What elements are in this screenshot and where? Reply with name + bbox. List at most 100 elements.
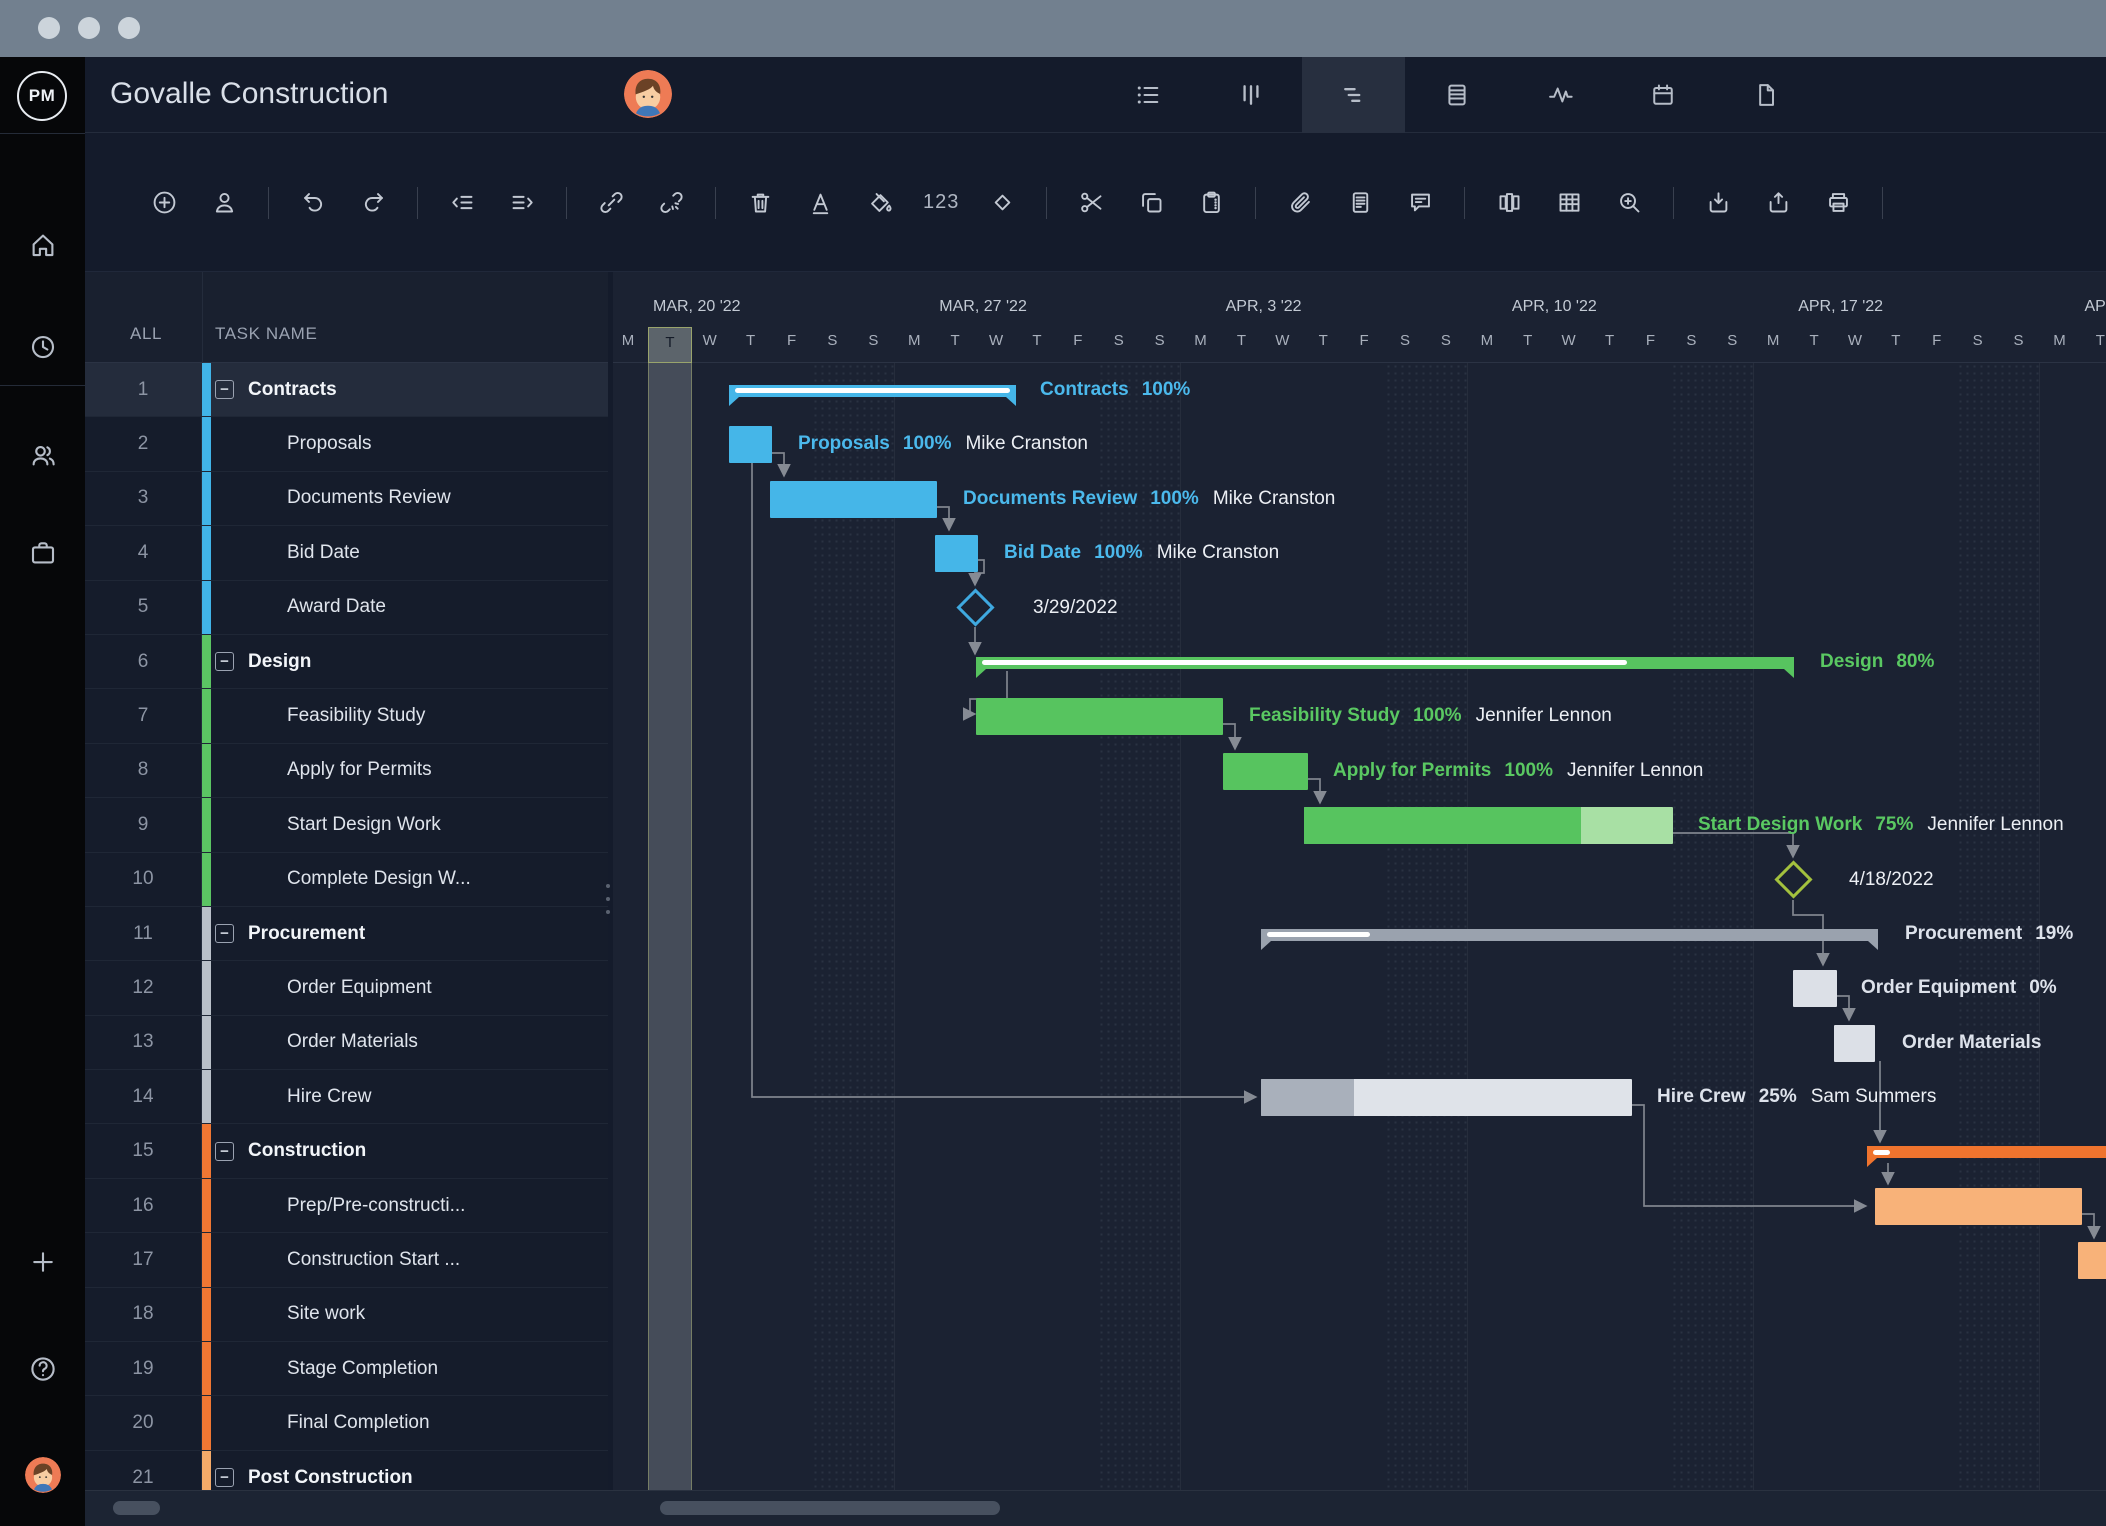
activity-view-tab[interactable]: [1508, 57, 1611, 133]
column-header-task-name[interactable]: TASK NAME: [215, 324, 317, 344]
calendar-view-tab[interactable]: [1611, 57, 1714, 133]
columns-icon[interactable]: [1492, 186, 1526, 220]
link-icon[interactable]: [594, 186, 628, 220]
task-row[interactable]: 11− Procurement: [85, 906, 608, 962]
task-row[interactable]: 20 Final Completion: [85, 1396, 608, 1451]
docs-view-tab[interactable]: [1714, 57, 1817, 133]
gantt-task-bar[interactable]: [1261, 1078, 1632, 1116]
task-color-stripe: [202, 798, 211, 852]
sidebar-users-icon[interactable]: [27, 440, 59, 472]
gantt-task-bar[interactable]: [729, 426, 772, 464]
gantt-summary-bar[interactable]: [729, 384, 1016, 406]
collapse-icon[interactable]: −: [215, 1468, 234, 1487]
task-row-number: 6: [85, 634, 202, 689]
gantt-summary-bar[interactable]: [1867, 1146, 2106, 1168]
gantt-task-bar[interactable]: [770, 480, 937, 518]
window-minimize-icon[interactable]: [78, 17, 100, 39]
outdent-icon[interactable]: [445, 186, 479, 220]
task-row[interactable]: 13 Order Materials: [85, 1015, 608, 1071]
sidebar-clock-icon[interactable]: [27, 332, 59, 364]
scissors-icon[interactable]: [1074, 186, 1108, 220]
task-row[interactable]: 3 Documents Review: [85, 471, 608, 527]
gantt-task-bar[interactable]: [1834, 1024, 1875, 1062]
gantt-task-bar[interactable]: [2078, 1242, 2106, 1280]
sidebar-home-icon[interactable]: [27, 230, 59, 262]
task-name: Bid Date: [287, 541, 360, 563]
indent-icon[interactable]: [505, 186, 539, 220]
task-row[interactable]: 6− Design: [85, 634, 608, 690]
task-row[interactable]: 16 Prep/Pre-constructi...: [85, 1178, 608, 1234]
task-row[interactable]: 19 Stage Completion: [85, 1342, 608, 1397]
column-header-all[interactable]: ALL: [130, 324, 162, 344]
redo-icon[interactable]: [356, 186, 390, 220]
collapse-icon[interactable]: −: [215, 380, 234, 400]
comment-icon[interactable]: [1403, 186, 1437, 220]
diamond-icon[interactable]: [985, 186, 1019, 220]
task-row[interactable]: 15− Construction: [85, 1124, 608, 1179]
task-row[interactable]: 2 Proposals: [85, 417, 608, 472]
export-icon[interactable]: [1761, 186, 1795, 220]
gantt-summary-bar[interactable]: [976, 656, 1794, 678]
number-format-button[interactable]: 123: [923, 191, 959, 214]
sidebar-briefcase-icon[interactable]: [27, 538, 59, 570]
task-row[interactable]: 1− Contracts: [85, 363, 608, 418]
sidebar-user-avatar[interactable]: [25, 1457, 61, 1493]
plus-circle-icon[interactable]: [147, 186, 181, 220]
user-icon[interactable]: [207, 186, 241, 220]
task-name: Proposals: [287, 433, 372, 455]
gantt-task-bar[interactable]: [1223, 752, 1308, 790]
task-row[interactable]: 7 Feasibility Study: [85, 689, 608, 744]
font-icon[interactable]: [803, 186, 837, 220]
task-row[interactable]: 17 Construction Start ...: [85, 1233, 608, 1288]
task-row[interactable]: 12 Order Equipment: [85, 961, 608, 1016]
gantt-task-bar[interactable]: [1875, 1187, 2082, 1225]
task-list-scrollbar-thumb[interactable]: [113, 1501, 160, 1515]
undo-icon[interactable]: [296, 186, 330, 220]
paint-icon[interactable]: [863, 186, 897, 220]
sidebar-plus-icon[interactable]: [27, 1247, 59, 1279]
pm-logo[interactable]: PM: [17, 71, 67, 121]
table-icon[interactable]: [1552, 186, 1586, 220]
notes-icon[interactable]: [1343, 186, 1377, 220]
collapse-icon[interactable]: −: [215, 1141, 234, 1161]
task-row[interactable]: 9 Start Design Work: [85, 798, 608, 853]
gantt-summary-bar[interactable]: [1261, 928, 1878, 950]
gantt-view-tab[interactable]: [1302, 57, 1405, 133]
board-view-tab[interactable]: [1199, 57, 1302, 133]
day-label: S: [1972, 332, 1983, 349]
print-icon[interactable]: [1821, 186, 1855, 220]
task-row[interactable]: 10 Complete Design W...: [85, 852, 608, 907]
day-label: W: [1275, 332, 1290, 349]
task-row[interactable]: 8 Apply for Permits: [85, 743, 608, 799]
task-name: Start Design Work: [287, 813, 441, 835]
gantt-task-bar[interactable]: [1793, 970, 1837, 1008]
task-name: − Contracts: [215, 363, 337, 416]
task-row[interactable]: 5 Award Date: [85, 580, 608, 635]
panel-resize-handle[interactable]: [604, 884, 612, 928]
list-view-tab[interactable]: [1096, 57, 1199, 133]
unlink-icon[interactable]: [654, 186, 688, 220]
trash-icon[interactable]: [743, 186, 777, 220]
day-label: S: [1440, 332, 1451, 349]
gantt-scrollbar-thumb[interactable]: [660, 1501, 1000, 1515]
paste-icon[interactable]: [1194, 186, 1228, 220]
zoom-in-icon[interactable]: [1612, 186, 1646, 220]
paperclip-icon[interactable]: [1283, 186, 1317, 220]
gantt-task-bar[interactable]: [976, 698, 1223, 736]
task-row[interactable]: 21 − Post Construction: [85, 1450, 608, 1490]
project-owner-avatar[interactable]: [624, 70, 672, 118]
window-maximize-icon[interactable]: [118, 17, 140, 39]
copy-icon[interactable]: [1134, 186, 1168, 220]
sheet-view-tab[interactable]: [1405, 57, 1508, 133]
gantt-task-bar[interactable]: [1304, 806, 1673, 844]
collapse-icon[interactable]: −: [215, 652, 234, 672]
window-close-icon[interactable]: [38, 17, 60, 39]
sidebar-help-icon[interactable]: [27, 1354, 59, 1386]
gantt-task-bar[interactable]: [935, 534, 978, 572]
task-row[interactable]: 14 Hire Crew: [85, 1070, 608, 1125]
collapse-icon[interactable]: −: [215, 924, 234, 944]
task-row[interactable]: 4 Bid Date: [85, 526, 608, 581]
task-row[interactable]: 18 Site work: [85, 1287, 608, 1343]
import-icon[interactable]: [1701, 186, 1735, 220]
task-color-stripe: [202, 526, 211, 580]
